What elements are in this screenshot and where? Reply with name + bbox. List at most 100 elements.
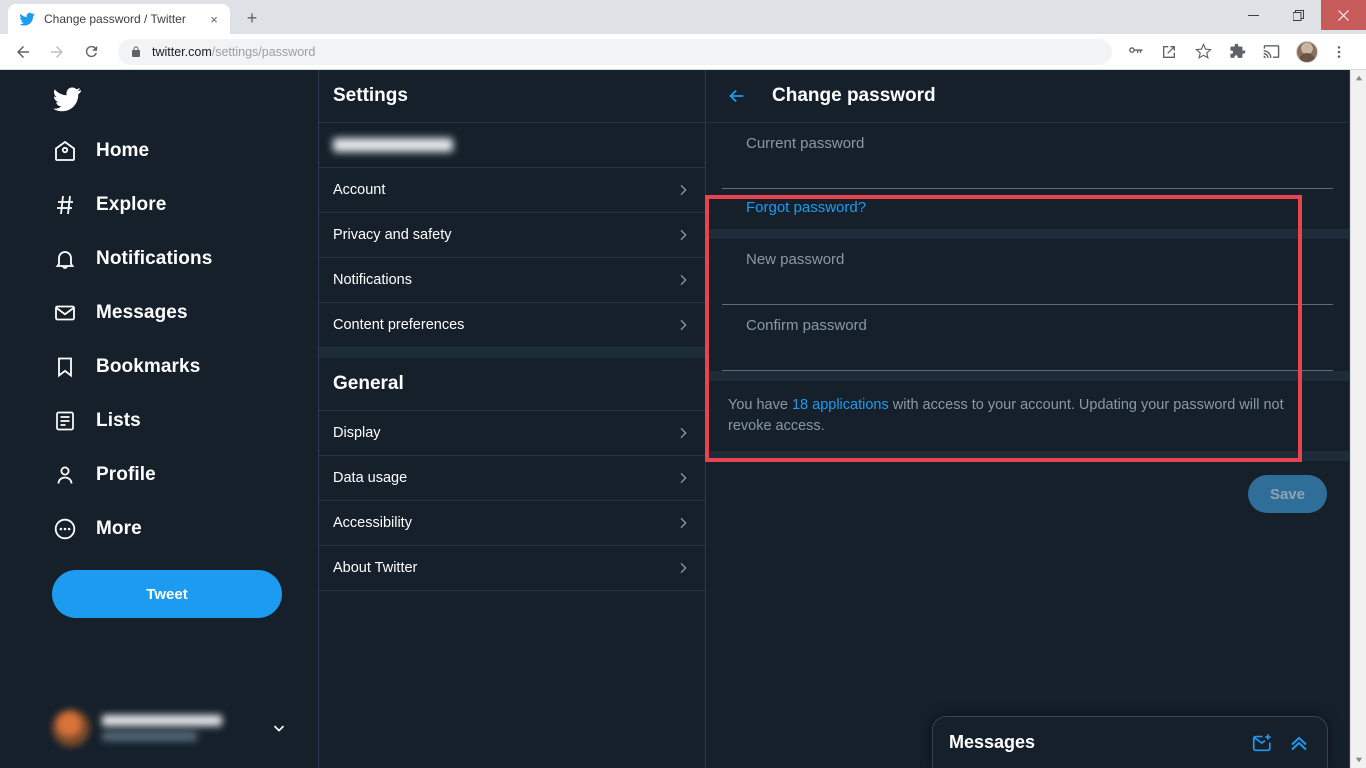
save-button[interactable]: Save xyxy=(1248,475,1327,513)
sidebar-item-label: Profile xyxy=(96,464,156,486)
settings-item-content-preferences[interactable]: Content preferences xyxy=(319,303,705,348)
account-switcher[interactable] xyxy=(52,700,292,756)
sidebar-item-label: Lists xyxy=(96,410,141,432)
sidebar-item-explore[interactable]: Explore xyxy=(52,178,318,232)
bell-icon xyxy=(52,246,78,272)
settings-item-label: Accessibility xyxy=(333,515,675,531)
sidebar-item-label: Bookmarks xyxy=(96,356,200,378)
person-icon xyxy=(52,462,78,488)
settings-item-data-usage[interactable]: Data usage xyxy=(319,456,705,501)
page-viewport: Home Explore Notifications xyxy=(0,70,1366,768)
sidebar-item-profile[interactable]: Profile xyxy=(52,448,318,502)
messages-dock[interactable]: Messages xyxy=(932,716,1328,768)
chevron-right-icon xyxy=(675,560,691,576)
panel-divider xyxy=(706,229,1349,239)
browser-tab[interactable]: Change password / Twitter × xyxy=(8,4,230,34)
more-circle-icon xyxy=(52,516,78,542)
chevron-down-icon[interactable] xyxy=(266,719,292,737)
sidebar-item-label: More xyxy=(96,518,142,540)
panel-header: Change password xyxy=(706,70,1349,123)
settings-item-account[interactable]: Account xyxy=(319,168,705,213)
sidebar-item-more[interactable]: More xyxy=(52,502,318,556)
browser-window: Change password / Twitter × + xyxy=(0,0,1366,768)
three-dot-menu-icon[interactable] xyxy=(1324,37,1354,67)
settings-item-label: Data usage xyxy=(333,470,675,486)
window-controls xyxy=(1231,0,1366,30)
applications-note: You have 18 applications with access to … xyxy=(706,381,1349,451)
tweet-button[interactable]: Tweet xyxy=(52,570,282,618)
settings-item-accessibility[interactable]: Accessibility xyxy=(319,501,705,546)
forgot-password-link[interactable]: Forgot password? xyxy=(746,199,866,216)
scrollbar-thumb[interactable] xyxy=(1353,86,1365,486)
url-domain: twitter.com xyxy=(152,45,212,59)
settings-item-label: About Twitter xyxy=(333,560,675,576)
scroll-down-arrow[interactable] xyxy=(1351,752,1366,768)
messages-dock-title: Messages xyxy=(949,732,1237,753)
new-message-icon[interactable] xyxy=(1251,732,1273,754)
url-path: /settings/password xyxy=(212,45,316,59)
profile-avatar[interactable] xyxy=(1296,41,1318,63)
twitter-bird-logo[interactable] xyxy=(52,74,102,124)
twitter-bird-icon xyxy=(19,11,35,27)
close-window-button[interactable] xyxy=(1321,0,1366,30)
cast-icon[interactable] xyxy=(1256,37,1286,67)
reload-icon[interactable] xyxy=(76,37,106,67)
chevron-right-icon xyxy=(675,470,691,486)
key-icon[interactable] xyxy=(1120,37,1150,67)
forward-arrow-icon[interactable] xyxy=(42,37,72,67)
sidebar-item-home[interactable]: Home xyxy=(52,124,318,178)
chevron-right-icon xyxy=(675,227,691,243)
scroll-up-arrow[interactable] xyxy=(1351,70,1366,86)
confirm-password-field[interactable]: Confirm password xyxy=(722,305,1333,371)
section-divider xyxy=(319,348,705,358)
browser-toolbar: twitter.com/settings/password xyxy=(0,34,1366,70)
settings-item-display[interactable]: Display xyxy=(319,411,705,456)
settings-item-privacy-and-safety[interactable]: Privacy and safety xyxy=(319,213,705,258)
general-heading: General xyxy=(319,358,705,411)
chevron-right-icon xyxy=(675,182,691,198)
back-arrow-icon[interactable] xyxy=(726,85,752,107)
chevron-right-icon xyxy=(675,425,691,441)
settings-account-row-redacted[interactable] xyxy=(319,123,705,168)
sidebar-item-notifications[interactable]: Notifications xyxy=(52,232,318,286)
settings-item-label: Privacy and safety xyxy=(333,227,675,243)
chevron-right-icon xyxy=(675,317,691,333)
settings-item-label: Content preferences xyxy=(333,317,675,333)
share-icon[interactable] xyxy=(1154,37,1184,67)
twitter-sidebar: Home Explore Notifications xyxy=(0,70,318,768)
sidebar-item-messages[interactable]: Messages xyxy=(52,286,318,340)
current-password-field[interactable]: Current password xyxy=(722,123,1333,189)
sidebar-item-bookmarks[interactable]: Bookmarks xyxy=(52,340,318,394)
sidebar-item-lists[interactable]: Lists xyxy=(52,394,318,448)
panel-divider xyxy=(706,371,1349,381)
page-content: Home Explore Notifications xyxy=(0,70,1350,768)
settings-heading: Settings xyxy=(319,70,705,123)
address-bar[interactable]: twitter.com/settings/password xyxy=(118,39,1112,65)
settings-column: Settings Account Privacy and safety Noti… xyxy=(318,70,706,768)
settings-item-label: Display xyxy=(333,425,675,441)
minimize-button[interactable] xyxy=(1231,0,1276,30)
extensions-puzzle-icon[interactable] xyxy=(1222,37,1252,67)
back-arrow-icon[interactable] xyxy=(8,37,38,67)
bookmark-icon xyxy=(52,354,78,380)
sidebar-item-label: Notifications xyxy=(96,248,212,270)
envelope-icon xyxy=(52,300,78,326)
field-placeholder: New password xyxy=(746,251,844,268)
page-scrollbar[interactable] xyxy=(1350,70,1366,768)
list-icon xyxy=(52,408,78,434)
new-tab-button[interactable]: + xyxy=(238,4,266,32)
applications-link[interactable]: 18 applications xyxy=(792,397,889,413)
settings-item-notifications[interactable]: Notifications xyxy=(319,258,705,303)
close-icon[interactable]: × xyxy=(206,11,222,27)
settings-item-about-twitter[interactable]: About Twitter xyxy=(319,546,705,591)
url-text: twitter.com/settings/password xyxy=(152,45,315,59)
settings-item-label: Notifications xyxy=(333,272,675,288)
chevron-right-icon xyxy=(675,272,691,288)
maximize-button[interactable] xyxy=(1276,0,1321,30)
chevron-double-up-icon[interactable] xyxy=(1287,731,1311,755)
forgot-password-row: Forgot password? xyxy=(722,189,1333,229)
new-password-field[interactable]: New password xyxy=(722,239,1333,305)
toolbar-actions xyxy=(1120,37,1358,67)
bookmark-star-icon[interactable] xyxy=(1188,37,1218,67)
sidebar-item-label: Messages xyxy=(96,302,188,324)
